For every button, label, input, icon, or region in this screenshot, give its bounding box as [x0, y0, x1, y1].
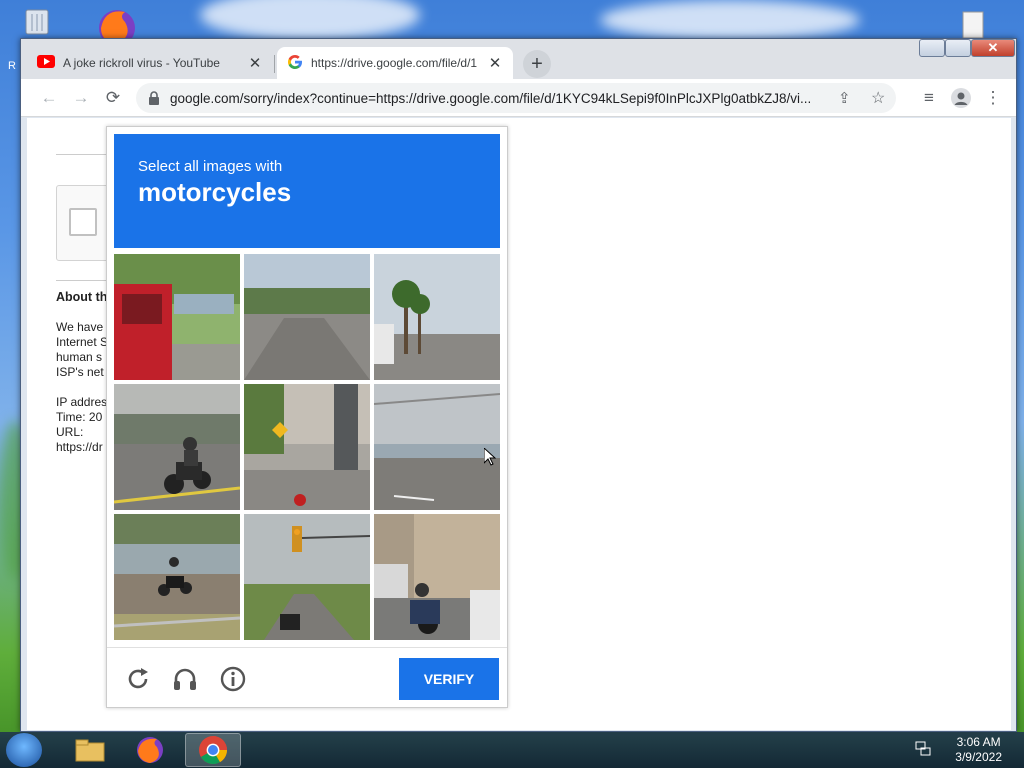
star-icon[interactable]: ☆: [871, 88, 885, 108]
captcha-tile-3[interactable]: [374, 254, 500, 380]
maximize-button[interactable]: [945, 39, 971, 57]
captcha-tile-4[interactable]: [114, 384, 240, 510]
firefox-icon: [137, 737, 163, 763]
minimize-button[interactable]: [919, 39, 945, 57]
recaptcha-checkbox[interactable]: [69, 208, 97, 236]
captcha-tile-5[interactable]: [244, 384, 370, 510]
captcha-target: motorcycles: [138, 177, 292, 207]
browser-toolbar: ← → ⟳ google.com/sorry/index?continue=ht…: [21, 79, 1016, 117]
explanation-line: We have: [56, 320, 104, 334]
taskbar-firefox[interactable]: [122, 733, 178, 767]
verify-button[interactable]: VERIFY: [399, 658, 499, 700]
address-bar[interactable]: google.com/sorry/index?continue=https://…: [136, 83, 896, 113]
more-menu-icon[interactable]: ⋮: [983, 88, 1003, 108]
captcha-tile-2[interactable]: [244, 254, 370, 380]
forward-arrow-icon[interactable]: →: [71, 88, 91, 108]
captcha-instruction: Select all images with: [138, 158, 283, 175]
media-queue-icon[interactable]: ≡: [919, 88, 939, 108]
close-window-button[interactable]: ✕: [971, 39, 1015, 57]
url-value: https://dr: [56, 440, 103, 454]
captcha-tile-1[interactable]: [114, 254, 240, 380]
reload-icon[interactable]: [124, 665, 152, 693]
back-arrow-icon[interactable]: ←: [39, 88, 59, 108]
time-line: Time: 20: [56, 410, 103, 424]
tab-strip: A joke rickroll virus - YouTube ✕ https:…: [21, 39, 1016, 79]
new-tab-button[interactable]: +: [523, 50, 551, 78]
captcha-tile-9[interactable]: [374, 514, 500, 640]
close-tab-icon[interactable]: ✕: [247, 54, 263, 72]
reload-icon[interactable]: ⟳: [103, 88, 123, 108]
address-url: google.com/sorry/index?continue=https://…: [170, 90, 812, 106]
explanation-line: human s: [56, 350, 103, 364]
captcha-tile-6[interactable]: [374, 384, 500, 510]
captcha-tile-7[interactable]: [114, 514, 240, 640]
captcha-challenge: Select all images with motorcycles VERIF…: [106, 126, 508, 708]
tab-title: A joke rickroll virus - YouTube: [63, 56, 220, 70]
captcha-tile-8[interactable]: [244, 514, 370, 640]
network-icon[interactable]: [914, 740, 932, 763]
start-button[interactable]: [6, 733, 42, 767]
tab-youtube[interactable]: A joke rickroll virus - YouTube ✕: [27, 47, 273, 79]
folder-icon: [75, 739, 105, 762]
mouse-cursor-icon: [483, 446, 497, 471]
tab-title: https://drive.google.com/file/d/1: [311, 56, 478, 70]
recycle-bin-label: R: [8, 60, 16, 72]
profile-avatar[interactable]: [951, 88, 971, 108]
url-label: URL:: [56, 425, 84, 439]
close-tab-icon[interactable]: ✕: [487, 54, 503, 72]
taskbar-chrome[interactable]: [185, 733, 241, 767]
ip-address-line: IP addres: [56, 395, 108, 409]
system-clock[interactable]: 3:06 AM 3/9/2022: [955, 735, 1002, 765]
tab-google-drive[interactable]: https://drive.google.com/file/d/1 ✕: [277, 47, 513, 79]
clock-date: 3/9/2022: [955, 750, 1002, 764]
about-heading: About th: [56, 290, 108, 304]
explanation-line: Internet S: [56, 335, 109, 349]
firefox-desktop-icon[interactable]: [95, 6, 139, 46]
taskbar-explorer[interactable]: [62, 733, 118, 767]
recycle-bin-icon[interactable]: [20, 6, 54, 36]
headphones-icon[interactable]: [171, 665, 199, 693]
captcha-header: Select all images with motorcycles: [114, 134, 500, 248]
info-icon[interactable]: [219, 665, 247, 693]
google-icon: [287, 54, 303, 73]
taskbar: 3:06 AM 3/9/2022: [0, 732, 1024, 768]
tab-separator: [274, 55, 275, 73]
share-icon[interactable]: ⇪: [838, 89, 851, 107]
explanation-line: ISP's net: [56, 365, 104, 379]
chrome-icon: [199, 736, 227, 764]
lock-icon: [148, 91, 160, 110]
document-desktop-icon[interactable]: [955, 10, 991, 39]
captcha-footer: VERIFY: [107, 647, 507, 709]
clock-time: 3:06 AM: [956, 735, 1001, 749]
youtube-icon: [37, 55, 55, 71]
